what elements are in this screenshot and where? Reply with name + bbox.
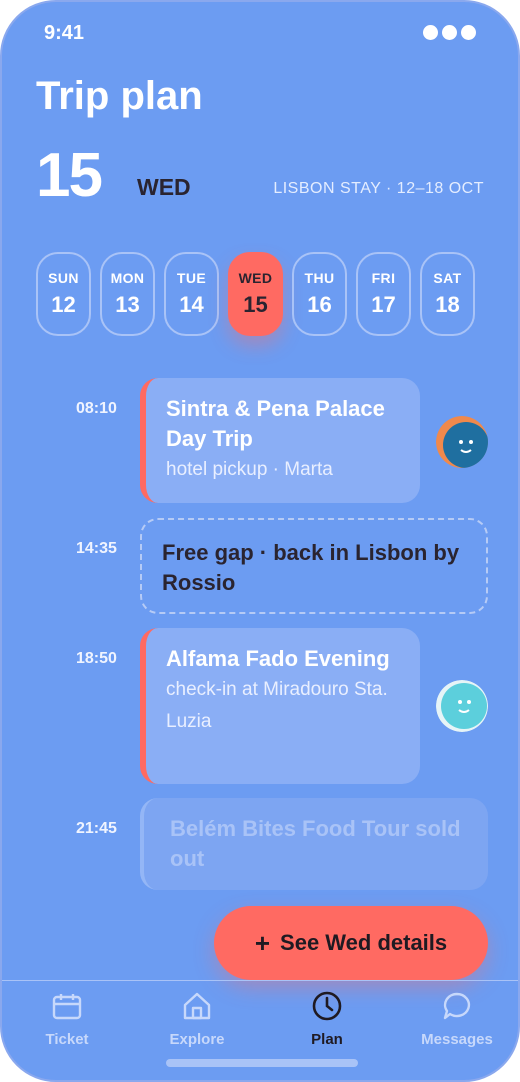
day-number: 14 <box>179 292 204 317</box>
nav-explore[interactable]: Explore <box>137 984 257 1064</box>
gap-title: Free gap · back in Lisbon by Rossio <box>162 540 460 595</box>
ticket-icon <box>51 990 83 1027</box>
nav-messages[interactable]: Messages <box>397 984 517 1064</box>
day-number: 12 <box>51 292 76 317</box>
day-name: MON <box>110 270 145 286</box>
event-card-belem[interactable]: Belém Bites Food Tour sold out <box>140 798 488 890</box>
day-number: 16 <box>307 292 332 317</box>
home-indicator[interactable] <box>166 1059 358 1067</box>
day-name: FRI <box>371 270 396 286</box>
nav-ticket[interactable]: Ticket <box>7 984 127 1064</box>
status-time: 9:41 <box>44 22 85 44</box>
day-number: 17 <box>371 292 396 317</box>
status-dots <box>423 25 476 40</box>
date-number: 15 <box>36 141 103 210</box>
day-sun[interactable]: SUN 12 <box>36 252 91 336</box>
day-name: TUE <box>176 270 207 286</box>
event-time: 18:50 <box>76 650 117 667</box>
event-time: 14:35 <box>76 540 117 557</box>
day-fri[interactable]: FRI 17 <box>356 252 411 336</box>
phone-frame: 9:41 Trip plan 15 WED LISBON STAY · 12–1… <box>0 0 520 1082</box>
day-number: 15 <box>243 292 268 317</box>
week-selector: SUN 12 MON 13 TUE 14 WED 15 THU 16 FRI 17 SAT 1… <box>36 252 475 336</box>
day-thu[interactable]: THU 16 <box>292 252 347 336</box>
day-name: SUN <box>48 270 79 286</box>
chat-icon <box>441 990 473 1027</box>
page-title: Trip plan <box>36 74 203 118</box>
free-gap-card[interactable]: Free gap · back in Lisbon by Rossio <box>140 518 488 614</box>
nav-plan[interactable]: Plan <box>267 984 387 1064</box>
event-card-fado[interactable]: Alfama Fado Evening check-in at Miradour… <box>140 628 420 784</box>
day-number: 18 <box>435 292 460 317</box>
bottom-nav: Ticket Explore Plan Messages <box>2 984 518 1064</box>
day-wed[interactable]: WED 15 <box>228 252 283 336</box>
see-details-button[interactable]: + See Wed details <box>214 906 488 980</box>
event-title: Alfama Fado Evening <box>166 646 390 671</box>
clock-icon <box>311 990 343 1027</box>
day-mon[interactable]: MON 13 <box>100 252 155 336</box>
day-name: WED <box>238 270 273 286</box>
day-name: THU <box>304 270 335 286</box>
nav-label: Explore <box>169 1031 225 1048</box>
day-tue[interactable]: TUE 14 <box>164 252 219 336</box>
nav-label: Ticket <box>45 1031 89 1048</box>
event-time: 21:45 <box>76 820 117 837</box>
fab-label: See Wed details <box>280 930 448 955</box>
event-time: 08:10 <box>76 400 117 417</box>
day-sat[interactable]: SAT 18 <box>420 252 475 336</box>
day-number: 13 <box>115 292 140 317</box>
day-name: SAT <box>433 270 462 286</box>
nav-label: Messages <box>421 1031 493 1048</box>
nav-label: Plan <box>311 1031 343 1048</box>
plus-icon: + <box>254 927 271 958</box>
weekday-label: WED <box>137 174 191 200</box>
nav-divider <box>2 980 518 981</box>
event-card-sintra[interactable]: Sintra & Pena Palace Day Trip hotel pick… <box>140 378 420 503</box>
home-icon <box>181 990 213 1027</box>
event-subtitle: check-in at Miradouro Sta. Luzia <box>166 679 388 732</box>
event-title: Belém Bites Food Tour sold out <box>170 816 461 871</box>
event-title: Sintra & Pena Palace Day Trip <box>166 396 385 451</box>
avatar-guest[interactable] <box>436 680 488 732</box>
event-subtitle: hotel pickup · Marta <box>166 459 333 480</box>
stay-label: LISBON STAY · 12–18 OCT <box>273 180 484 197</box>
avatar-marta[interactable] <box>436 416 488 468</box>
